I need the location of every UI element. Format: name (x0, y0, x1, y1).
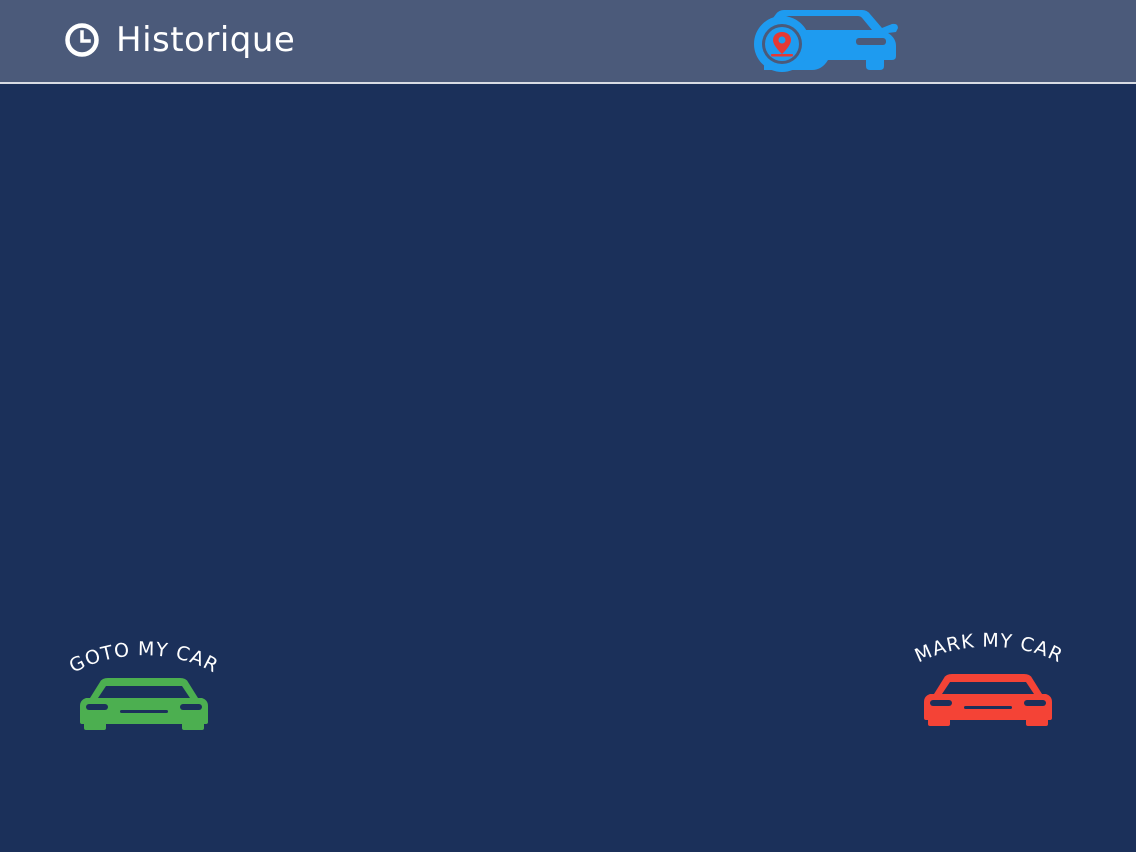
mark-my-car-button[interactable]: MARK MY CAR (872, 628, 1102, 738)
car-location-icon (754, 10, 898, 72)
history-label: Historique (116, 20, 296, 60)
mark-my-car-label: MARK MY CAR (912, 630, 1067, 668)
locate-car-button[interactable] (736, 8, 904, 72)
app-header: Historique (0, 0, 1136, 84)
map-area: GOTO MY CAR MARK MY CAR (0, 84, 1136, 852)
history-button[interactable]: Historique (64, 14, 295, 66)
goto-my-car-button[interactable]: GOTO MY CAR (28, 632, 258, 742)
goto-my-car-label: GOTO MY CAR (66, 638, 222, 677)
clock-icon (65, 23, 99, 57)
car-icon (80, 678, 208, 730)
car-icon (924, 674, 1052, 726)
goto-car-graphic: GOTO MY CAR (66, 638, 222, 730)
mark-car-graphic: MARK MY CAR (912, 630, 1067, 726)
